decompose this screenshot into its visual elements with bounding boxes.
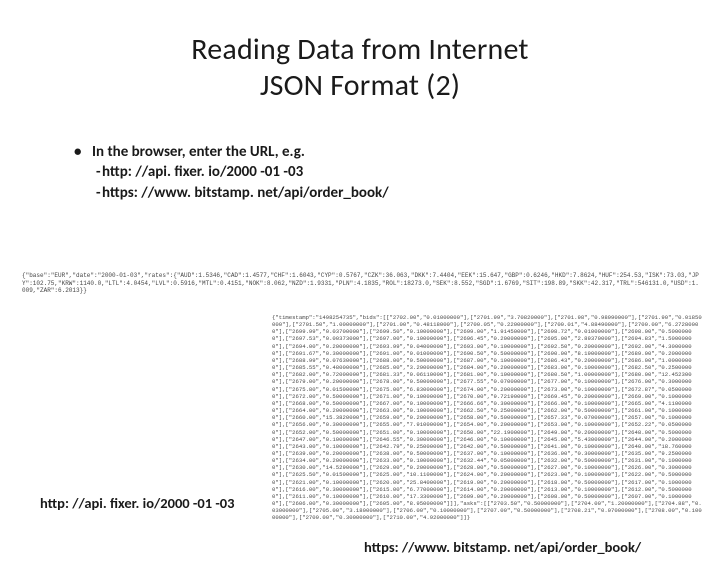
json-output-bitstamp: {"timestamp":"1498254735","bids":[["2702… — [272, 314, 702, 529]
bullet-sub-2: - https: //www. bitstamp. net/api/order_… — [74, 183, 720, 203]
bullet-dash-icon: - — [74, 162, 102, 182]
bullet-main-text: In the browser, enter the URL, e.g. — [92, 142, 720, 162]
slide-title: Reading Data from Internet JSON Format (… — [0, 32, 720, 104]
caption-url-fixer: http: //api. fixer. io/2000 -01 -03 — [40, 494, 234, 512]
title-line-2: JSON Format (2) — [260, 67, 460, 104]
caption-url-bitstamp: https: //www. bitstamp. net/api/order_bo… — [364, 538, 641, 556]
bullet-dash-icon: - — [74, 183, 102, 203]
bullet-sub-2-text: https: //www. bitstamp. net/api/order_bo… — [102, 183, 720, 203]
bullet-sub-1: - http: //api. fixer. io/2000 -01 -03 — [74, 162, 720, 182]
title-line-1: Reading Data from Internet — [191, 31, 528, 68]
bullet-sub-1-text: http: //api. fixer. io/2000 -01 -03 — [102, 162, 720, 182]
bullet-list: • In the browser, enter the URL, e.g. - … — [74, 142, 720, 203]
slide: Reading Data from Internet JSON Format (… — [0, 32, 720, 572]
json-output-fixer: {"base":"EUR","date":"2000-01-03","rates… — [22, 272, 702, 295]
bullet-dot-icon: • — [74, 142, 92, 162]
bullet-main: • In the browser, enter the URL, e.g. — [74, 142, 720, 162]
